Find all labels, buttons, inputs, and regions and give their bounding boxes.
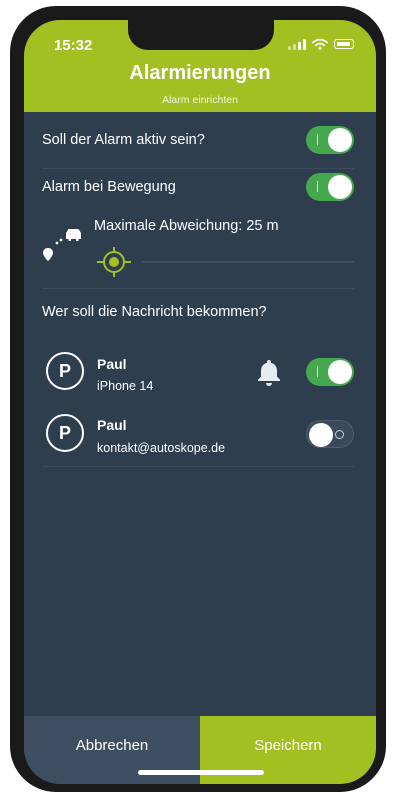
alarm-motion-label: Alarm bei Bewegung	[42, 179, 176, 195]
alarm-active-toggle[interactable]	[306, 126, 354, 154]
page-title: Alarmierungen	[129, 62, 271, 84]
divider	[42, 466, 354, 467]
recipient-name: Paul	[97, 417, 127, 433]
recipient-detail: iPhone 14	[97, 379, 154, 393]
home-indicator	[138, 770, 264, 775]
status-time: 15:32	[54, 37, 93, 54]
alarm-motion-toggle[interactable]	[306, 173, 354, 201]
recipient-toggle[interactable]	[306, 420, 354, 448]
recipients-heading: Wer soll die Nachricht bekommen?	[42, 304, 267, 320]
recipient-toggle[interactable]	[306, 358, 354, 386]
divider	[42, 288, 354, 289]
signal-icon	[288, 38, 306, 50]
avatar: P	[46, 414, 84, 452]
device-notch	[128, 20, 274, 50]
max-deviation-label: Maximale Abweichung: 25 m	[94, 218, 279, 234]
page-subtitle: Alarm einrichten	[162, 94, 238, 106]
avatar: P	[46, 352, 84, 390]
recipient-name: Paul	[97, 356, 127, 372]
bell-icon[interactable]	[256, 358, 282, 388]
divider	[42, 168, 354, 169]
recipient-detail: kontakt@autoskope.de	[97, 441, 226, 455]
route-deviation-icon	[43, 229, 81, 261]
status-icons	[288, 38, 354, 50]
battery-icon	[334, 39, 354, 49]
alarm-active-label: Soll der Alarm aktiv sein?	[42, 132, 205, 148]
wifi-icon	[312, 38, 328, 50]
app-header: 15:32 Alarmierungen Alarm einrichten	[24, 20, 376, 112]
slider-handle[interactable]	[96, 246, 132, 278]
app-screen: 15:32 Alarmierungen Alarm einrichten Sol…	[24, 20, 376, 784]
slider-track[interactable]	[142, 261, 354, 263]
